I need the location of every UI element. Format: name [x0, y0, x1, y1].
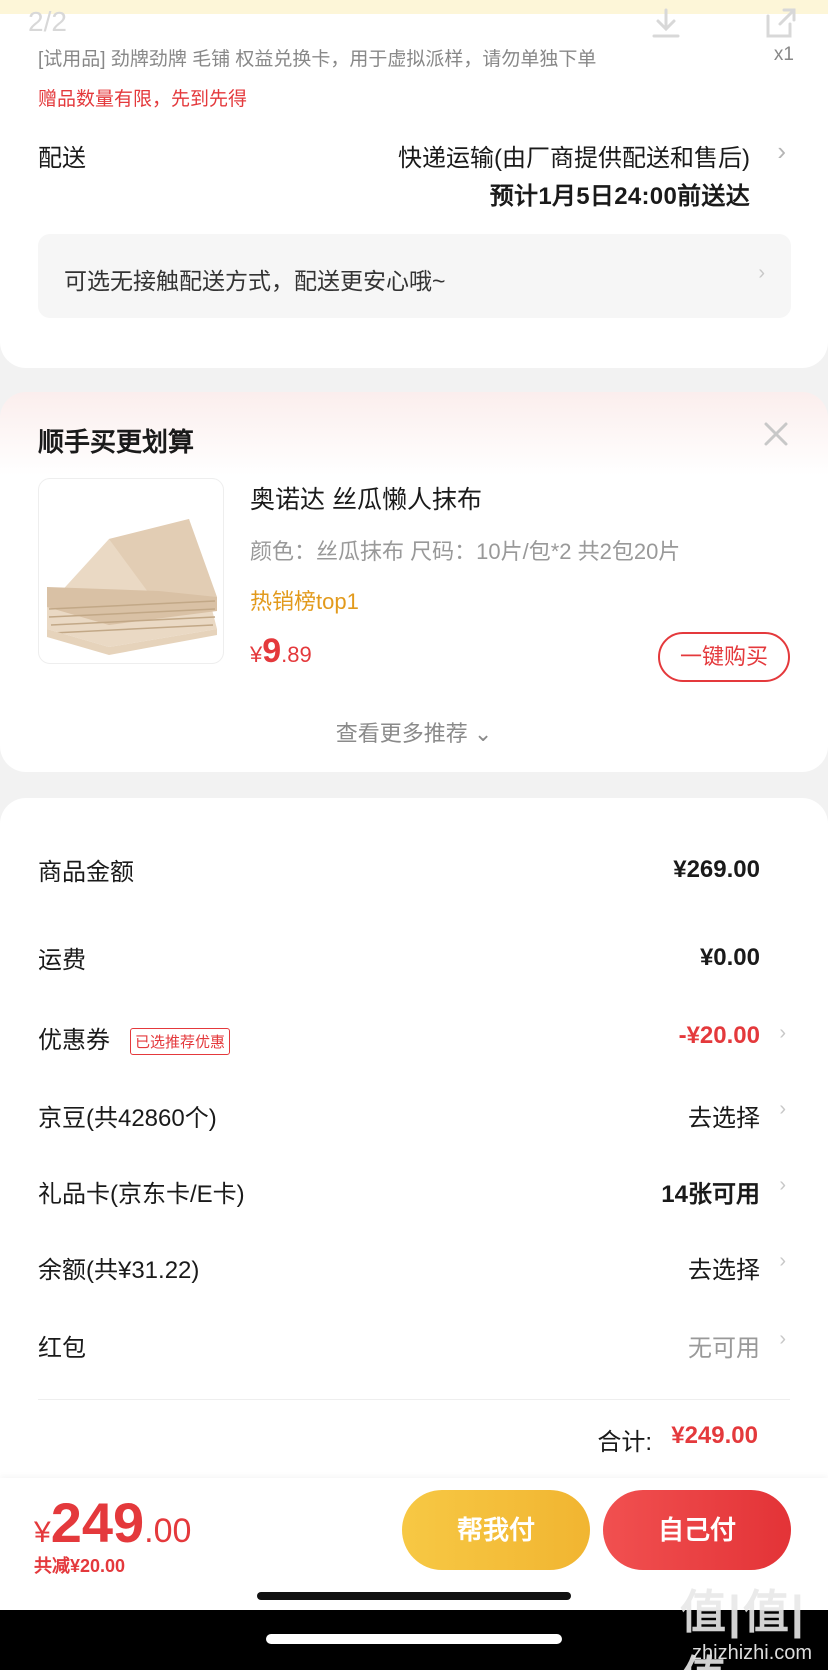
close-icon[interactable]: [760, 418, 792, 450]
product-image[interactable]: [38, 478, 224, 664]
contactless-text: 可选无接触配送方式，配送更安心哦~: [64, 268, 446, 294]
total-label: 合计:: [597, 1429, 652, 1456]
summary-row-label: 礼品卡(京东卡/E卡): [38, 1181, 245, 1208]
system-home-indicator[interactable]: [266, 1634, 562, 1644]
view-more-recommendations[interactable]: 查看更多推荐 ⌄: [0, 716, 828, 748]
gift-card-available[interactable]: 14张可用: [661, 1174, 760, 1209]
total-value: ¥249.00: [671, 1422, 758, 1449]
balance-chevron-icon[interactable]: ›: [779, 1250, 786, 1273]
summary-row-label: 优惠券: [38, 1027, 110, 1054]
top-strip: [0, 0, 828, 14]
delivery-method[interactable]: 快递运输(由厂商提供配送和售后): [398, 138, 750, 173]
gift-limited-note: 赠品数量有限，先到先得: [38, 89, 248, 110]
one-click-buy-button[interactable]: 一键购买: [658, 632, 790, 682]
self-pay-button[interactable]: 自己付: [603, 1490, 791, 1570]
summary-row-label: 余额(共¥31.22): [38, 1257, 200, 1284]
red-packet-chevron-icon[interactable]: ›: [779, 1328, 786, 1351]
order-delivery-card: 2/2 [试用品] 劲牌劲牌 毛铺 权益兑换卡，用于虚拟派样，请勿单独下单 x1…: [0, 0, 828, 368]
price-currency: ¥: [250, 642, 263, 667]
product-spec: 颜色：丝瓜抹布 尺码：10片/包*2 共2包20片: [250, 539, 681, 564]
product-name[interactable]: 奥诺达 丝瓜懒人抹布: [250, 480, 482, 516]
pay-saved: 共减¥20.00: [34, 1556, 126, 1576]
delivery-eta: 预计1月5日24:00前送达: [489, 183, 750, 210]
coupon-recommended-tag: 已选推荐优惠: [130, 1028, 231, 1055]
item-quantity: x1: [773, 44, 794, 65]
summary-divider: [38, 1399, 790, 1400]
jingdou-select[interactable]: 去选择: [688, 1098, 760, 1133]
contactless-delivery-option[interactable]: 可选无接触配送方式，配送更安心哦~ ›: [38, 234, 791, 318]
summary-row-label: 商品金额: [38, 859, 134, 886]
price-decimal: .89: [281, 642, 312, 667]
delivery-label: 配送: [38, 145, 86, 172]
summary-row-label: 红包: [38, 1335, 86, 1362]
coupon-value[interactable]: -¥20.00: [679, 1022, 760, 1050]
page-indicator: 2/2: [28, 6, 67, 37]
coupon-chevron-icon[interactable]: ›: [779, 1022, 786, 1045]
pay-integer: 249: [50, 1491, 145, 1554]
help-me-pay-button[interactable]: 帮我付: [402, 1490, 590, 1570]
rank-badge: 热销榜top1: [250, 589, 359, 614]
home-indicator[interactable]: [257, 1592, 571, 1600]
shipping-fee-value: ¥0.00: [699, 944, 760, 971]
gift-card-chevron-icon[interactable]: ›: [779, 1174, 786, 1197]
system-bar: 值|值|值 zhizhizhi.com: [0, 1586, 828, 1670]
summary-row-label: 运费: [38, 947, 86, 974]
pay-currency: ¥: [34, 1516, 51, 1549]
price-integer: 9: [262, 632, 282, 670]
share-icon[interactable]: [762, 6, 798, 42]
pay-amount: ¥249.00: [34, 1490, 191, 1555]
download-icon[interactable]: [648, 6, 684, 42]
jingdou-chevron-icon[interactable]: ›: [779, 1098, 786, 1121]
delivery-chevron-icon[interactable]: ›: [777, 136, 786, 167]
product-price: ¥9.89: [250, 632, 312, 671]
contactless-chevron-icon: ›: [758, 262, 765, 284]
summary-row-label: 京豆(共42860个): [38, 1105, 217, 1132]
watermark-url: zhizhizhi.com: [692, 1642, 813, 1664]
recommend-title: 顺手买更划算: [38, 427, 195, 457]
goods-amount-value: ¥269.00: [673, 856, 760, 883]
price-summary-card: 商品金额 ¥269.00 运费 ¥0.00 优惠券 已选推荐优惠 -¥20.00…: [0, 798, 828, 1478]
red-packet-value[interactable]: 无可用: [688, 1328, 760, 1363]
balance-select[interactable]: 去选择: [688, 1250, 760, 1285]
pay-decimal: .00: [144, 1512, 192, 1550]
trial-item-title: [试用品] 劲牌劲牌 毛铺 权益兑换卡，用于虚拟派样，请勿单独下单: [38, 49, 597, 70]
recommend-card: 顺手买更划算 奥诺达 丝瓜懒人抹布 颜色：丝瓜抹布 尺码：10片/包*2 共2包…: [0, 392, 828, 772]
